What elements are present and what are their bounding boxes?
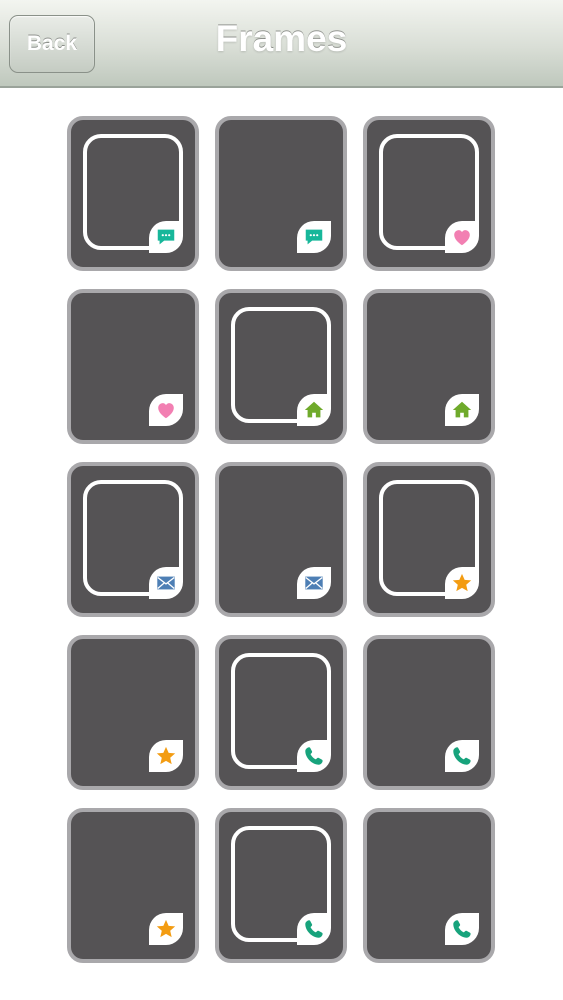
frame-tile-9[interactable] bbox=[363, 462, 495, 617]
star-icon bbox=[445, 567, 479, 599]
frame-tile-4[interactable] bbox=[67, 289, 199, 444]
heart-icon bbox=[149, 394, 183, 426]
mail-icon bbox=[149, 567, 183, 599]
phone-icon bbox=[445, 913, 479, 945]
home-icon bbox=[297, 394, 331, 426]
frame-tile-1[interactable] bbox=[67, 116, 199, 271]
page-title: Frames bbox=[215, 18, 348, 59]
frame-tile-6[interactable] bbox=[363, 289, 495, 444]
frames-grid bbox=[67, 116, 495, 963]
frame-tile-14[interactable] bbox=[215, 808, 347, 963]
frame-tile-13[interactable] bbox=[67, 808, 199, 963]
frame-tile-2[interactable] bbox=[215, 116, 347, 271]
frame-tile-11[interactable] bbox=[215, 635, 347, 790]
chat-icon bbox=[297, 221, 331, 253]
heart-icon bbox=[445, 221, 479, 253]
mail-icon bbox=[297, 567, 331, 599]
frame-tile-3[interactable] bbox=[363, 116, 495, 271]
frame-tile-10[interactable] bbox=[67, 635, 199, 790]
phone-icon bbox=[297, 740, 331, 772]
phone-icon bbox=[445, 740, 479, 772]
chat-icon bbox=[149, 221, 183, 253]
frame-tile-5[interactable] bbox=[215, 289, 347, 444]
home-icon bbox=[445, 394, 479, 426]
phone-icon bbox=[297, 913, 331, 945]
star-icon bbox=[149, 913, 183, 945]
frame-tile-12[interactable] bbox=[363, 635, 495, 790]
navigation-bar: Back Frames bbox=[0, 0, 563, 88]
star-icon bbox=[149, 740, 183, 772]
frame-tile-7[interactable] bbox=[67, 462, 199, 617]
frame-tile-15[interactable] bbox=[363, 808, 495, 963]
frame-tile-8[interactable] bbox=[215, 462, 347, 617]
